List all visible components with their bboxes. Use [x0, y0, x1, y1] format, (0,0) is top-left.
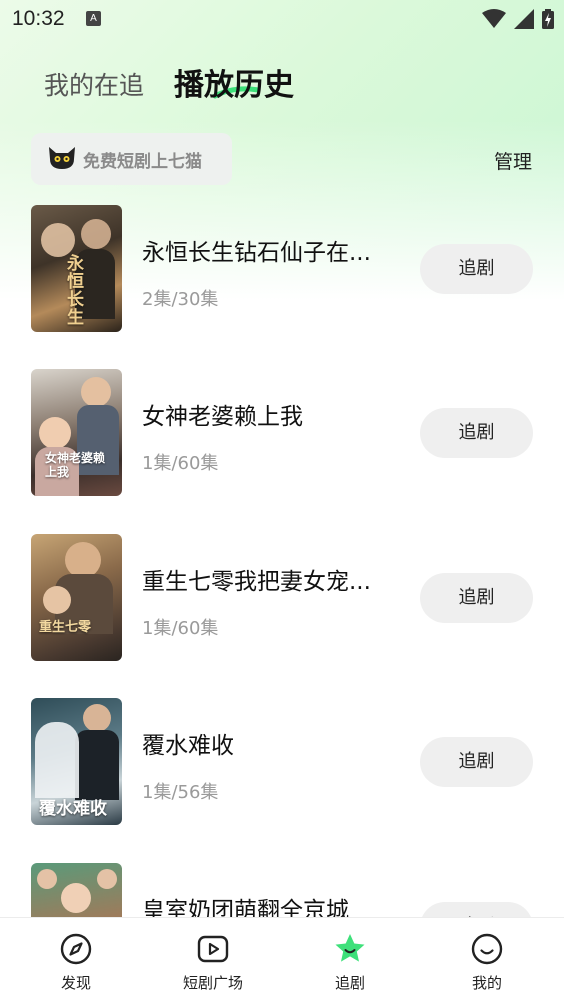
smile-face-icon [471, 933, 503, 965]
promo-chip[interactable]: 免费短剧上七猫 [31, 133, 232, 185]
character-face [41, 223, 75, 257]
list-item[interactable]: 皇室奶团萌翻全京城 追剧 [0, 863, 564, 917]
cover-title: 覆水难收 [39, 799, 107, 819]
character-face [81, 377, 111, 407]
episode-progress: 1集/56集 [142, 782, 219, 803]
battery-charging-icon [542, 9, 554, 29]
bottom-nav: 发现 短剧广场 追剧 我的 [0, 917, 564, 1003]
star-smile-icon [335, 934, 365, 962]
list-item[interactable]: 永恒长生 永恒长生钻石仙子在... 2集/30集 追剧 [0, 205, 564, 332]
notification-a-icon: A [86, 11, 101, 26]
drama-cover[interactable]: 永恒长生 [31, 205, 122, 332]
character-face [83, 704, 111, 732]
character-face [37, 869, 57, 889]
list-item[interactable]: 覆水难收 覆水难收 1集/56集 追剧 [0, 698, 564, 825]
character-face [43, 586, 71, 614]
status-icons [482, 9, 554, 29]
character-face [61, 883, 91, 913]
drama-cover[interactable] [31, 863, 122, 917]
drama-title: 女神老婆赖上我 [142, 404, 303, 430]
character-face [65, 542, 101, 578]
history-list: 永恒长生 永恒长生钻石仙子在... 2集/30集 追剧 女神老婆赖上我 女神老婆… [0, 205, 564, 917]
list-item[interactable]: 女神老婆赖上我 女神老婆赖上我 1集/60集 追剧 [0, 369, 564, 496]
tab-history[interactable]: 播放历史 [174, 60, 294, 104]
nav-drama-square[interactable]: 短剧广场 [153, 918, 273, 1003]
character-face [39, 417, 71, 449]
nav-label: 我的 [471, 974, 502, 992]
follow-button[interactable]: 追剧 [420, 573, 533, 623]
nav-label: 发现 [60, 974, 91, 992]
drama-cover[interactable]: 重生七零 [31, 534, 122, 661]
compass-icon [60, 933, 92, 965]
cat-logo-icon [49, 147, 75, 169]
status-time: 10:32 [12, 7, 65, 30]
follow-button[interactable]: 追剧 [420, 408, 533, 458]
drama-title: 永恒长生钻石仙子在... [142, 240, 371, 266]
drama-title: 皇室奶团萌翻全京城 [142, 898, 349, 917]
character-face [97, 869, 117, 889]
wifi-icon [482, 9, 506, 28]
character-body [75, 730, 119, 800]
cover-title: 女神老婆赖上我 [45, 451, 106, 479]
drama-cover[interactable]: 女神老婆赖上我 [31, 369, 122, 496]
episode-progress: 1集/60集 [142, 453, 219, 474]
nav-label: 短剧广场 [182, 974, 243, 992]
drama-title: 重生七零我把妻女宠... [142, 569, 371, 595]
episode-progress: 1集/60集 [142, 618, 219, 639]
promo-text: 免费短剧上七猫 [83, 152, 202, 172]
tab-following[interactable]: 我的在追 [44, 66, 144, 102]
play-square-icon [197, 935, 229, 963]
drama-title: 覆水难收 [142, 733, 234, 759]
episode-progress: 2集/30集 [142, 289, 219, 310]
nav-discover[interactable]: 发现 [16, 918, 136, 1003]
follow-button[interactable]: 追剧 [420, 902, 533, 917]
status-bar: 10:32 A [0, 0, 564, 38]
drama-cover[interactable]: 覆水难收 [31, 698, 122, 825]
nav-label: 追剧 [334, 974, 365, 992]
nav-following[interactable]: 追剧 [290, 918, 410, 1003]
cover-title: 永恒长生 [67, 254, 84, 328]
nav-mine[interactable]: 我的 [427, 918, 547, 1003]
manage-button[interactable]: 管理 [494, 147, 532, 174]
cellular-signal-icon [514, 9, 534, 29]
cover-title: 重生七零 [39, 620, 92, 635]
character-veil [35, 722, 79, 798]
follow-button[interactable]: 追剧 [420, 244, 533, 294]
list-item[interactable]: 重生七零 重生七零我把妻女宠... 1集/60集 追剧 [0, 534, 564, 661]
character-face [81, 219, 111, 249]
follow-button[interactable]: 追剧 [420, 737, 533, 787]
